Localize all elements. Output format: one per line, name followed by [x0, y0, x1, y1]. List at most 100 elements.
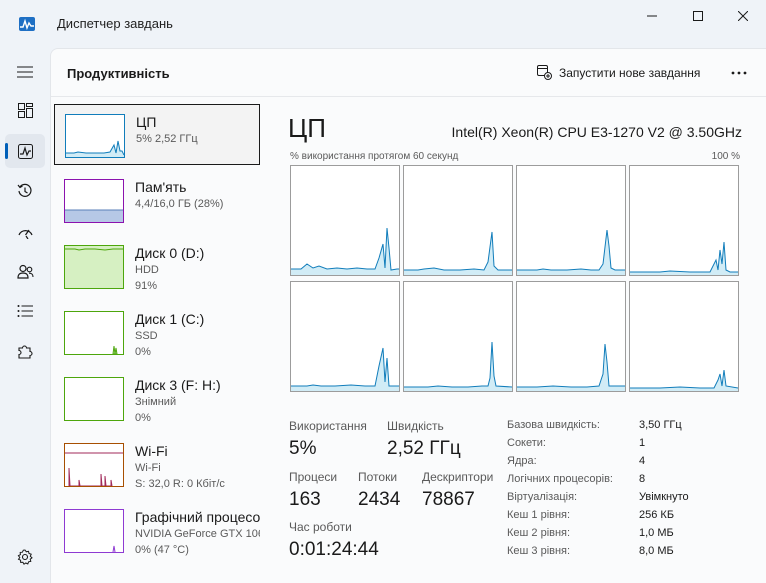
nav-item-details[interactable]: [5, 294, 45, 328]
nav-item-users[interactable]: [5, 254, 45, 288]
spec-label: Кеш 1 рівня:: [507, 509, 571, 521]
navigation-rail: [0, 48, 50, 583]
resource-item-disk-0[interactable]: Диск 0 (D:) HDD 91%: [54, 236, 260, 297]
resource-name: Диск 0 (D:): [135, 245, 205, 261]
history-icon: [17, 183, 32, 197]
spec-value: 3,50 ГГц: [639, 419, 682, 431]
spec-value: 1: [639, 437, 646, 449]
new-task-icon: [537, 65, 552, 80]
resource-name: Диск 3 (F: H:): [135, 377, 221, 393]
resource-usage: 0% (47 °C): [135, 544, 189, 556]
resource-usage: 91%: [135, 280, 158, 292]
resource-detail: 4,4/16,0 ГБ (28%): [135, 198, 224, 210]
run-new-task-label: Запустити нове завдання: [559, 65, 701, 80]
resource-detail: 5% 2,52 ГГц: [136, 133, 198, 145]
title-bar: Диспетчер завдань: [0, 0, 766, 48]
resource-name: Диск 1 (C:): [135, 311, 205, 327]
run-new-task-button[interactable]: Запустити нове завдання: [537, 65, 700, 80]
resource-item-wifi[interactable]: Wi-Fi Wi-Fi S: 32,0 R: 0 Кбіт/с: [54, 434, 260, 495]
nav-menu-button[interactable]: [5, 55, 45, 89]
gpu-thumbnail-graph: [64, 509, 124, 553]
cpu-core-graph: [516, 281, 626, 392]
spec-label: Базова швидкість:: [507, 419, 600, 431]
gear-icon: [17, 549, 33, 565]
threads-value: 2434: [358, 489, 401, 510]
spec-label: Віртуалізація:: [507, 491, 578, 503]
close-icon: [738, 11, 748, 21]
wifi-thumbnail-graph: [64, 443, 124, 487]
processes-label: Процеси: [289, 470, 338, 484]
resource-usage: 0%: [135, 412, 151, 424]
graph-max-label: 100 %: [711, 151, 740, 162]
minimize-button[interactable]: [629, 0, 675, 32]
spec-value: 4: [639, 455, 646, 467]
maximize-button[interactable]: [675, 0, 721, 32]
content-panel: Продуктивність Запустити нове завдання Ц…: [50, 48, 766, 583]
cpu-model-name: Intel(R) Xeon(R) CPU E3-1270 V2 @ 3.50GH…: [451, 124, 742, 140]
cpu-heading: ЦП: [288, 113, 326, 143]
spec-value: 8: [639, 473, 646, 485]
resource-name: Wi-Fi: [135, 443, 168, 459]
panel-header: Продуктивність Запустити нове завдання: [51, 49, 766, 97]
processes-grid-icon: [17, 102, 33, 118]
resource-usage: S: 32,0 R: 0 Кбіт/с: [135, 478, 225, 490]
maximize-icon: [693, 11, 703, 21]
resource-detail: SSD: [135, 330, 158, 342]
resource-name: ЦП: [136, 114, 157, 130]
services-puzzle-icon: [18, 345, 33, 359]
cpu-core-graph: [629, 281, 739, 392]
cpu-thumbnail-graph: [65, 114, 125, 158]
nav-item-startup-apps[interactable]: [5, 214, 45, 248]
spec-value: 1,0 МБ: [639, 527, 674, 539]
resource-usage: 0%: [135, 346, 151, 358]
speed-value: 2,52 ГГц: [387, 438, 461, 459]
nav-item-processes[interactable]: [5, 93, 45, 127]
disk-0-thumbnail-graph: [64, 245, 124, 289]
resource-detail: HDD: [135, 264, 159, 276]
speedometer-icon: [17, 229, 33, 239]
nav-item-performance[interactable]: [5, 134, 45, 168]
cpu-core-graph: [629, 165, 739, 276]
spec-label: Ядра:: [507, 455, 537, 467]
uptime-label: Час роботи: [289, 520, 352, 534]
spec-value: Увімкнуто: [639, 491, 689, 503]
users-icon: [16, 264, 34, 279]
minimize-icon: [647, 15, 657, 17]
cpu-core-graph: [516, 165, 626, 276]
details-list-icon: [17, 305, 33, 317]
resource-name: Графічний процесор 0: [135, 509, 260, 525]
spec-value: 256 КБ: [639, 509, 675, 521]
resource-item-cpu[interactable]: ЦП 5% 2,52 ГГц: [54, 104, 260, 165]
nav-item-services[interactable]: [5, 334, 45, 368]
spec-label: Сокети:: [507, 437, 546, 449]
page-title: Продуктивність: [67, 66, 170, 81]
resource-name: Пам'ять: [135, 179, 187, 195]
memory-thumbnail-graph: [64, 179, 124, 223]
nav-item-settings[interactable]: [5, 540, 45, 574]
window-title: Диспетчер завдань: [57, 16, 173, 31]
disk-3-thumbnail-graph: [64, 377, 124, 421]
cpu-core-graph: [403, 165, 513, 276]
resource-item-disk-1[interactable]: Диск 1 (C:) SSD 0%: [54, 302, 260, 363]
uptime-value: 0:01:24:44: [289, 539, 379, 560]
spec-label: Кеш 2 рівня:: [507, 527, 571, 539]
resource-item-disk-3[interactable]: Диск 3 (F: H:) Знімний 0%: [54, 368, 260, 429]
spec-label: Логічних процесорів:: [507, 473, 613, 485]
resource-detail: Знімний: [135, 396, 177, 408]
cpu-core-graph: [403, 281, 513, 392]
nav-item-app-history[interactable]: [5, 174, 45, 208]
threads-label: Потоки: [358, 470, 398, 484]
more-options-button[interactable]: [727, 62, 751, 84]
spec-label: Кеш 3 рівня:: [507, 545, 571, 557]
utilization-value: 5%: [289, 438, 317, 459]
resource-item-memory[interactable]: Пам'ять 4,4/16,0 ГБ (28%): [54, 170, 260, 231]
speed-label: Швидкість: [387, 419, 444, 433]
performance-chart-icon: [17, 143, 33, 159]
hamburger-icon: [17, 66, 33, 78]
utilization-label: Використання: [289, 419, 367, 433]
processes-value: 163: [289, 489, 321, 510]
close-button[interactable]: [720, 0, 766, 32]
resource-item-gpu[interactable]: Графічний процесор 0 NVIDIA GeForce GTX …: [54, 500, 260, 561]
handles-label: Дескриптори: [422, 470, 494, 484]
resource-detail: Wi-Fi: [135, 462, 161, 474]
